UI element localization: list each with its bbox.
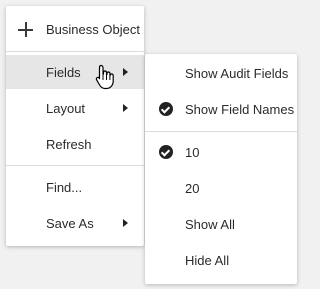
- menu-item-find[interactable]: Find...: [6, 170, 144, 204]
- submenu-item-label: Show Field Names: [185, 101, 295, 117]
- checkmark-icon: [159, 145, 173, 159]
- fields-submenu: Show Audit Fields Show Field Names 10 20…: [145, 54, 297, 284]
- menu-divider: [6, 51, 144, 52]
- menu-item-fields[interactable]: Fields: [6, 55, 144, 89]
- menu-item-refresh[interactable]: Refresh: [6, 127, 144, 161]
- menu-item-layout[interactable]: Layout: [6, 91, 144, 125]
- submenu-item-10[interactable]: 10: [145, 135, 297, 169]
- checkmark-icon: [159, 102, 173, 116]
- submenu-item-label: Hide All: [185, 252, 230, 268]
- chevron-right-icon: [123, 104, 128, 112]
- plus-icon: [18, 22, 33, 37]
- menu-item-label: Save As: [46, 215, 94, 231]
- submenu-item-show-all[interactable]: Show All: [145, 207, 297, 241]
- menu-item-label: Fields: [46, 64, 81, 80]
- menu-divider: [145, 131, 297, 132]
- submenu-item-show-field-names[interactable]: Show Field Names: [145, 92, 297, 126]
- submenu-item-label: 20: [185, 180, 200, 196]
- menu-item-label: Layout: [46, 100, 86, 116]
- submenu-item-show-audit-fields[interactable]: Show Audit Fields: [145, 56, 297, 90]
- menu-item-label: Business Object: [46, 21, 140, 37]
- submenu-item-hide-all[interactable]: Hide All: [145, 243, 297, 277]
- menu-divider: [6, 165, 144, 166]
- submenu-item-label: 10: [185, 144, 200, 160]
- context-menu: Business Object Fields Layout Refresh Fi…: [6, 6, 144, 246]
- menu-item-label: Find...: [46, 179, 83, 195]
- menu-item-business-object[interactable]: Business Object: [6, 12, 144, 46]
- chevron-right-icon: [123, 219, 128, 227]
- submenu-item-20[interactable]: 20: [145, 171, 297, 205]
- submenu-item-label: Show All: [185, 216, 235, 232]
- submenu-item-label: Show Audit Fields: [185, 65, 289, 81]
- menu-item-save-as[interactable]: Save As: [6, 206, 144, 240]
- hand-pointer-cursor-icon: [95, 64, 114, 90]
- menu-item-label: Refresh: [46, 136, 92, 152]
- chevron-right-icon: [123, 68, 128, 76]
